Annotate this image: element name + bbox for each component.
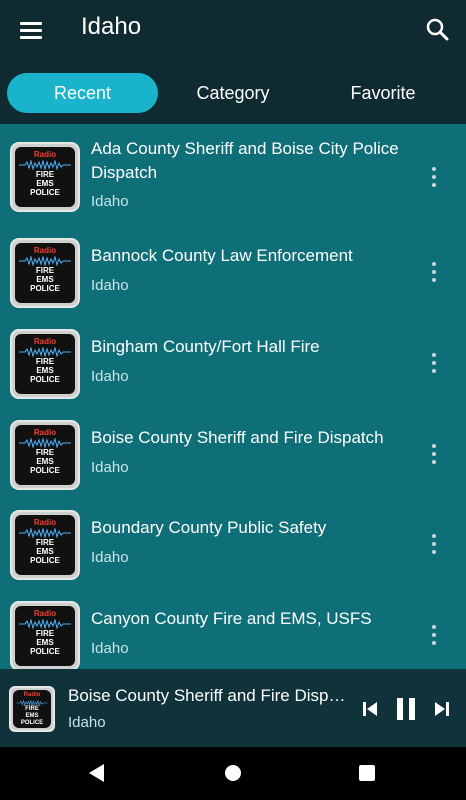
- search-icon[interactable]: [422, 14, 454, 46]
- pause-icon[interactable]: [392, 695, 420, 723]
- nav-home-icon[interactable]: [223, 763, 243, 783]
- tab-recent[interactable]: Recent: [7, 73, 158, 113]
- list-item[interactable]: Radio FIRE EMS POLICE Canyon County Fire…: [0, 579, 466, 669]
- station-subtitle: Idaho: [91, 368, 129, 385]
- station-subtitle: Idaho: [91, 640, 129, 657]
- logo-radio-text: Radio: [33, 150, 57, 159]
- station-title: Ada County Sheriff and Boise City Police…: [91, 139, 399, 182]
- station-subtitle: Idaho: [91, 277, 129, 294]
- radio-wave-icon: [19, 438, 71, 448]
- station-subtitle: Idaho: [91, 193, 129, 210]
- tab-favorite[interactable]: Favorite: [308, 73, 458, 113]
- player-subtitle: Idaho: [68, 714, 106, 731]
- more-vert-icon[interactable]: [424, 165, 444, 189]
- station-logo: Radio FIRE EMS POLICE: [10, 238, 80, 308]
- radio-wave-icon: [19, 347, 71, 357]
- station-subtitle: Idaho: [91, 549, 129, 566]
- mini-player[interactable]: Radio FIRE EMS POLICE Boise County Sheri…: [0, 669, 466, 747]
- list-item[interactable]: Radio FIRE EMS POLICE Boundary County Pu…: [0, 488, 466, 580]
- list-item[interactable]: Radio FIRE EMS POLICE Bingham County/For…: [0, 307, 466, 399]
- logo-radio-text: Radio: [33, 337, 57, 346]
- logo-ems-text: EMS: [36, 457, 54, 466]
- logo-ems-text: EMS: [36, 275, 54, 284]
- station-logo: Radio FIRE EMS POLICE: [10, 329, 80, 399]
- skip-next-icon[interactable]: [430, 697, 454, 721]
- page-title: Idaho: [81, 13, 142, 40]
- station-logo: Radio FIRE EMS POLICE: [10, 601, 80, 669]
- more-vert-icon[interactable]: [424, 351, 444, 375]
- station-title: Bingham County/Fort Hall Fire: [91, 337, 320, 356]
- station-logo: Radio FIRE EMS POLICE: [10, 420, 80, 490]
- station-logo: Radio FIRE EMS POLICE: [10, 142, 80, 212]
- station-logo: Radio FIRE EMS POLICE: [10, 510, 80, 580]
- logo-police-text: POLICE: [30, 375, 60, 384]
- player-title: Boise County Sheriff and Fire Dispatch: [68, 686, 350, 705]
- logo-ems-text: EMS: [36, 366, 54, 375]
- radio-wave-icon: [19, 160, 71, 170]
- logo-police-text: POLICE: [30, 466, 60, 475]
- nav-back-icon[interactable]: [86, 762, 108, 784]
- logo-police-text: POLICE: [30, 647, 60, 656]
- logo-fire-text: FIRE: [35, 629, 55, 638]
- more-vert-icon[interactable]: [424, 260, 444, 284]
- logo-police-text: POLICE: [30, 284, 60, 293]
- nav-recents-icon[interactable]: [357, 763, 377, 783]
- station-subtitle: Idaho: [91, 459, 129, 476]
- list-item[interactable]: Radio FIRE EMS POLICE Boise County Sheri…: [0, 398, 466, 490]
- logo-police-text: POLICE: [30, 188, 60, 197]
- player-station-logo: Radio FIRE EMS POLICE: [9, 686, 55, 732]
- logo-ems-text: EMS: [36, 547, 54, 556]
- logo-radio-text: Radio: [33, 518, 57, 527]
- system-nav-bar: [0, 747, 466, 800]
- station-title: Boundary County Public Safety: [91, 518, 327, 537]
- more-vert-icon[interactable]: [424, 623, 444, 647]
- more-vert-icon[interactable]: [424, 442, 444, 466]
- logo-ems-text: EMS: [25, 713, 39, 719]
- logo-fire-text: FIRE: [35, 538, 55, 547]
- radio-wave-icon: [19, 619, 71, 629]
- list-item[interactable]: Radio FIRE EMS POLICE Bannock County Law…: [0, 216, 466, 308]
- tab-bar: Recent Category Favorite: [0, 60, 466, 124]
- station-title: Boise County Sheriff and Fire Dispatch: [91, 428, 384, 447]
- list-item[interactable]: Radio FIRE EMS POLICE Ada County Sheriff…: [0, 126, 466, 216]
- logo-police-text: POLICE: [20, 720, 44, 726]
- logo-fire-text: FIRE: [25, 706, 39, 712]
- tab-category[interactable]: Category: [158, 73, 308, 113]
- logo-radio-text: Radio: [33, 428, 57, 437]
- radio-wave-icon: [19, 256, 71, 266]
- logo-fire-text: FIRE: [35, 170, 55, 179]
- logo-fire-text: FIRE: [35, 357, 55, 366]
- logo-fire-text: FIRE: [35, 448, 55, 457]
- logo-fire-text: FIRE: [35, 266, 55, 275]
- logo-ems-text: EMS: [36, 638, 54, 647]
- more-vert-icon[interactable]: [424, 532, 444, 556]
- station-title: Bannock County Law Enforcement: [91, 246, 353, 265]
- station-list: Radio FIRE EMS POLICE Ada County Sheriff…: [0, 126, 466, 669]
- app-bar: Idaho: [0, 0, 466, 60]
- logo-radio-text: Radio: [33, 609, 57, 618]
- skip-previous-icon[interactable]: [358, 697, 382, 721]
- logo-police-text: POLICE: [30, 556, 60, 565]
- station-title: Canyon County Fire and EMS, USFS: [91, 609, 372, 628]
- menu-icon[interactable]: [14, 14, 48, 46]
- logo-radio-text: Radio: [33, 246, 57, 255]
- radio-wave-icon: [19, 528, 71, 538]
- logo-radio-text: Radio: [23, 692, 41, 698]
- logo-ems-text: EMS: [36, 179, 54, 188]
